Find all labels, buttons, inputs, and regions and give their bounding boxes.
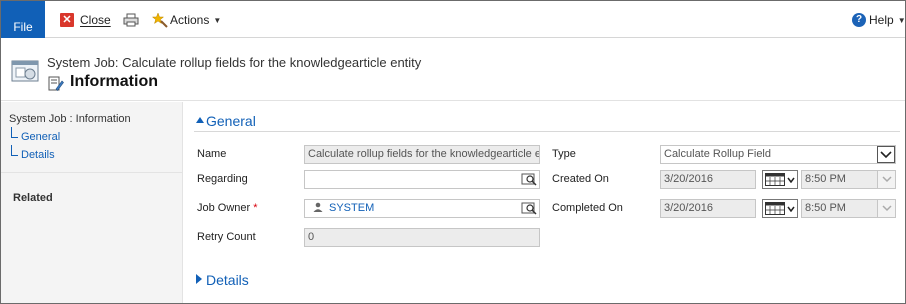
actions-menu-button[interactable]: Actions ▼ [152, 10, 221, 30]
name-label: Name [197, 148, 227, 160]
job-owner-value[interactable]: SYSTEM [329, 202, 374, 214]
created-date-field[interactable]: 3/20/2016 [660, 170, 756, 189]
nav-item-label: Details [21, 149, 55, 161]
help-label: Help [869, 13, 894, 27]
created-calendar-button[interactable] [762, 170, 798, 189]
section-divider [194, 131, 900, 132]
chevron-down-icon[interactable] [877, 146, 895, 163]
file-button-label: File [13, 19, 33, 34]
lookup-icon[interactable] [521, 201, 538, 216]
tree-line-icon [11, 127, 18, 138]
entity-title: System Job: Calculate rollup fields for … [47, 55, 422, 70]
actions-icon [152, 12, 168, 28]
nav-related-heading: Related [13, 192, 53, 204]
job-owner-label: Job Owner * [197, 202, 257, 214]
chevron-down-icon: ▼ [213, 15, 222, 25]
chevron-down-icon[interactable] [877, 200, 895, 217]
section-general-heading[interactable]: General [206, 113, 256, 129]
system-job-icon [11, 60, 39, 82]
calendar-icon [765, 202, 785, 215]
left-navigation: System Job : Information General Details… [1, 102, 183, 303]
regarding-label: Regarding [197, 173, 248, 185]
nav-item-label: General [21, 131, 61, 143]
job-owner-label-text: Job Owner [197, 202, 251, 214]
completed-calendar-button[interactable] [762, 199, 798, 218]
expand-triangle-icon[interactable] [196, 274, 202, 284]
created-time-value: 8:50 PM [805, 173, 846, 185]
close-icon: ✕ [60, 13, 74, 27]
help-menu-button[interactable]: ? Help ▼ [852, 10, 906, 30]
required-indicator: * [253, 202, 258, 214]
retry-count-field[interactable]: 0 [304, 228, 540, 247]
close-button[interactable]: ✕ Close [60, 10, 111, 30]
completed-time-value: 8:50 PM [805, 202, 846, 214]
nav-heading: System Job : Information [9, 113, 131, 125]
type-label: Type [552, 148, 576, 160]
chevron-down-icon[interactable] [877, 171, 895, 188]
lookup-icon[interactable] [521, 172, 538, 187]
created-on-label: Created On [552, 173, 609, 185]
tree-line-icon [11, 145, 18, 156]
ribbon-toolbar: File ✕ Close Actions ▼ ? Help ▼ [1, 1, 906, 38]
actions-label: Actions [170, 13, 210, 27]
type-select[interactable]: Calculate Rollup Field [660, 145, 896, 164]
chevron-down-icon [787, 177, 795, 183]
help-icon: ? [852, 13, 866, 27]
section-details-heading[interactable]: Details [206, 272, 249, 288]
calendar-icon [765, 173, 785, 186]
chevron-down-icon [787, 206, 795, 212]
regarding-lookup-field[interactable] [304, 170, 540, 189]
file-button[interactable]: File [1, 1, 45, 38]
job-owner-lookup-field[interactable]: SYSTEM [304, 199, 540, 218]
nav-divider [1, 172, 183, 173]
name-field[interactable]: Calculate rollup fields for the knowledg… [304, 145, 540, 164]
type-value: Calculate Rollup Field [664, 148, 771, 160]
collapse-triangle-icon[interactable] [196, 117, 204, 123]
retry-count-label: Retry Count [197, 231, 256, 243]
nav-item-details[interactable]: Details [11, 145, 55, 161]
close-label: Close [80, 13, 111, 27]
chevron-down-icon: ▼ [897, 15, 906, 25]
form-header: System Job: Calculate rollup fields for … [1, 39, 905, 101]
print-button[interactable] [123, 10, 139, 30]
print-icon [123, 13, 139, 27]
completed-time-select[interactable]: 8:50 PM [801, 199, 896, 218]
completed-on-label: Completed On [552, 202, 623, 214]
form-title: Information [70, 73, 158, 90]
nav-item-general[interactable]: General [11, 127, 61, 143]
created-time-select[interactable]: 8:50 PM [801, 170, 896, 189]
completed-date-field[interactable]: 3/20/2016 [660, 199, 756, 218]
form-selector-icon[interactable] [48, 76, 64, 92]
user-icon [313, 202, 323, 212]
